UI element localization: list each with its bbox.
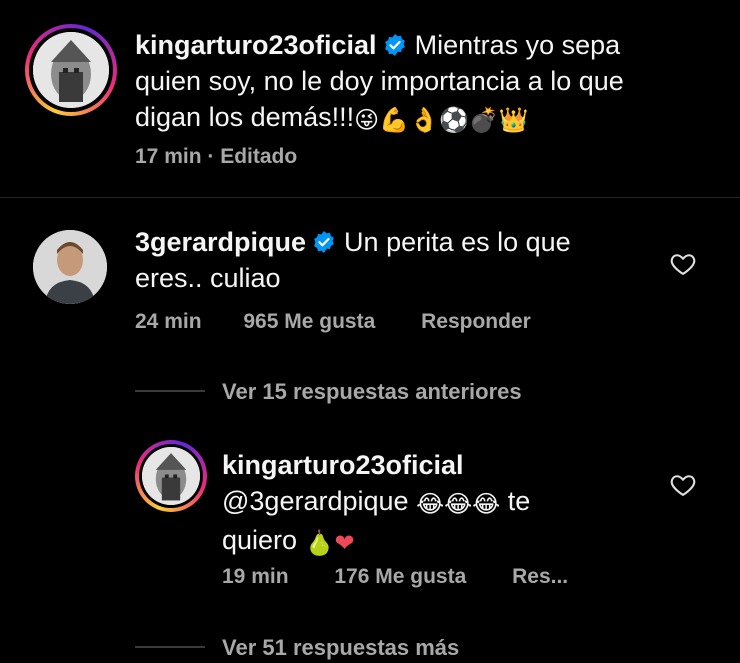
crown-emoji-icon: 👑 [498, 106, 529, 134]
reply-reply-button[interactable]: Res... [512, 565, 568, 588]
flexed-biceps-emoji-icon: 💪 [379, 106, 410, 134]
ok-hand-emoji-icon: 👌 [409, 106, 439, 134]
reply-likes[interactable]: 176 Me gusta [334, 565, 466, 588]
bomb-emoji-icon: 💣 [468, 106, 499, 134]
reply-text-line3: quiero [222, 525, 298, 555]
verified-badge-icon [384, 34, 405, 56]
post-time: 17 min [135, 145, 202, 168]
reply-text-after: te [507, 486, 531, 516]
reply-time: 19 min [222, 565, 289, 588]
post-text-line1: Mientras yo sepa [414, 30, 621, 60]
comment-avatar[interactable] [33, 230, 107, 304]
soccer-ball-emoji-icon: ⚽ [438, 106, 469, 134]
view-previous-replies-button[interactable]: Ver 15 respuestas anteriores [222, 379, 522, 405]
reply-username[interactable]: kingarturo23oficial [222, 450, 464, 480]
pear-emoji-icon: 🍐 [304, 529, 335, 557]
tears-of-joy-emoji-icon: 😂 [444, 490, 473, 518]
post-text-line2: quien soy, no le doy importancia a lo qu… [135, 66, 624, 96]
comment-time: 24 min [135, 310, 202, 333]
view-more-line [135, 646, 205, 648]
view-more-replies-button[interactable]: Ver 51 respuestas más [222, 635, 459, 661]
avatar-photo [142, 447, 200, 505]
comment-text-line1: Un perita es lo que [344, 227, 571, 257]
comment-text-line2: eres.. culiao [135, 263, 281, 293]
tears-of-joy-emoji-icon: 😂 [416, 490, 445, 518]
view-replies-line [135, 390, 205, 392]
post-username[interactable]: kingarturo23oficial [135, 30, 377, 60]
like-heart-icon[interactable] [669, 250, 697, 278]
like-heart-icon[interactable] [669, 471, 697, 499]
verified-badge-icon [314, 231, 334, 253]
tears-of-joy-emoji-icon: 😂 [472, 490, 501, 518]
reply-avatar[interactable] [135, 440, 207, 512]
red-heart-emoji-icon: ❤ [334, 529, 355, 557]
reply-mention-link[interactable]: @3gerardpique [222, 486, 409, 516]
avatar-photo [33, 230, 107, 304]
winking-tongue-emoji-icon: 😜 [354, 106, 380, 134]
comment-reply-button[interactable]: Responder [421, 310, 531, 333]
post-text-line3: digan los demás!!! [135, 102, 355, 132]
post-edited-label[interactable]: · Editado [207, 145, 297, 168]
comment-likes[interactable]: 965 Me gusta [243, 310, 375, 333]
caption-divider [0, 197, 740, 198]
comment-username[interactable]: 3gerardpique [135, 227, 306, 257]
post-avatar[interactable] [25, 24, 117, 116]
avatar-photo [33, 32, 109, 108]
